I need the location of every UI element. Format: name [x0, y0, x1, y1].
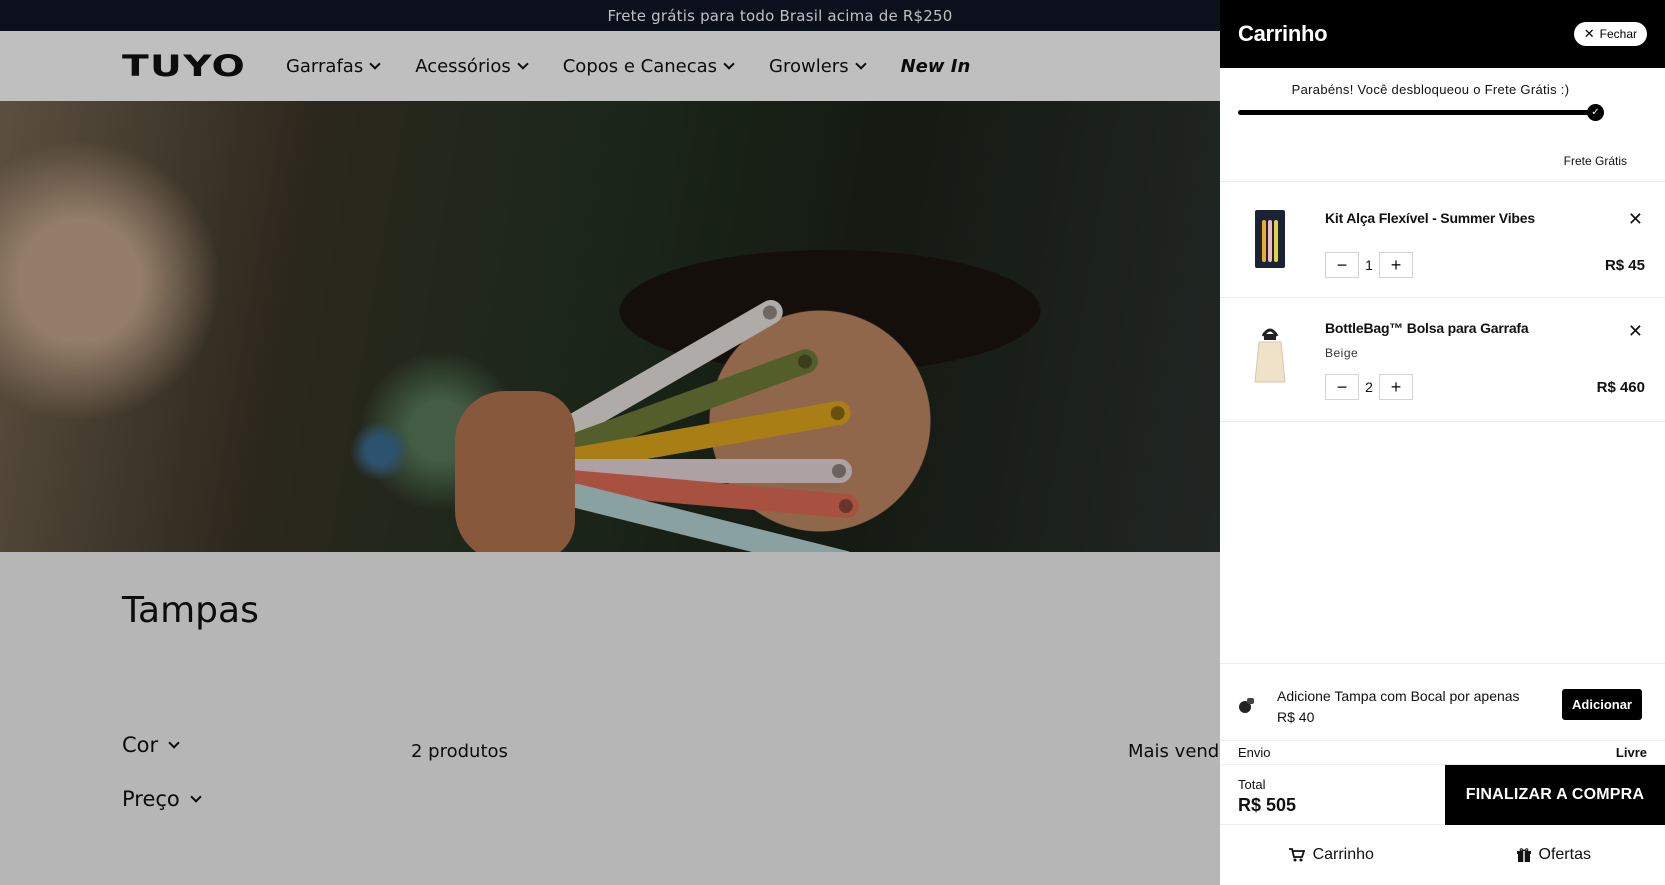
- bottle-cap-icon: [1239, 698, 1254, 713]
- progress-fill: [1238, 110, 1596, 115]
- increase-qty-button[interactable]: +: [1379, 252, 1413, 278]
- decrease-qty-button[interactable]: −: [1325, 252, 1359, 278]
- item-name[interactable]: Kit Alça Flexível - Summer Vibes: [1325, 210, 1535, 226]
- quantity-value[interactable]: 1: [1359, 257, 1379, 273]
- remove-item-icon[interactable]: ✕: [1628, 210, 1643, 228]
- drawer-tabs: Carrinho Ofertas: [1220, 825, 1665, 885]
- product-thumbnail-icon: [1254, 328, 1286, 383]
- cart-header: Carrinho ✕ Fechar: [1220, 0, 1665, 68]
- total-row: Total R$ 505 FINALIZAR A COMPRA: [1220, 765, 1665, 825]
- add-upsell-button[interactable]: Adicionar: [1562, 689, 1642, 720]
- progress-label: Frete Grátis: [1563, 154, 1627, 168]
- quantity-stepper: − 1 +: [1325, 252, 1413, 278]
- free-shipping-message: Parabéns! Você desbloqueou o Frete Gráti…: [1291, 82, 1570, 97]
- close-label: Fechar: [1599, 27, 1637, 41]
- upsell-offer: Adicione Tampa com Bocal por apenas R$ 4…: [1220, 663, 1665, 741]
- product-thumbnail-icon: [1255, 210, 1285, 268]
- tab-ofertas[interactable]: Ofertas: [1443, 825, 1665, 885]
- item-price: R$ 45: [1604, 257, 1645, 274]
- cart-title: Carrinho: [1238, 21, 1328, 46]
- quantity-value[interactable]: 2: [1359, 379, 1379, 395]
- handle-kit-thumb[interactable]: [1238, 204, 1302, 274]
- tab-label: Carrinho: [1312, 846, 1374, 863]
- shipping-label: Envio: [1238, 745, 1271, 760]
- upsell-line: Adicione Tampa com Bocal por apenas: [1277, 688, 1520, 704]
- cart-drawer: Carrinho ✕ Fechar Parabéns! Você desbloq…: [1220, 0, 1665, 885]
- increase-qty-button[interactable]: +: [1379, 374, 1413, 400]
- cart-item: BottleBag™ Bolsa para Garrafa Beige ✕ − …: [1220, 298, 1665, 422]
- item-variant: Beige: [1325, 346, 1359, 360]
- shipping-value: Livre: [1615, 745, 1647, 760]
- tab-carrinho[interactable]: Carrinho: [1220, 825, 1443, 885]
- tab-label: Ofertas: [1538, 846, 1591, 863]
- quantity-stepper: − 2 +: [1325, 374, 1413, 400]
- bottlebag-thumb[interactable]: [1238, 320, 1302, 390]
- upsell-text: Adicione Tampa com Bocal por apenas R$ 4…: [1277, 686, 1537, 728]
- decrease-qty-button[interactable]: −: [1325, 374, 1359, 400]
- remove-item-icon[interactable]: ✕: [1628, 322, 1643, 340]
- close-button[interactable]: ✕ Fechar: [1573, 22, 1647, 46]
- gift-icon: [1516, 848, 1531, 862]
- total-value: R$ 505: [1238, 795, 1297, 815]
- check-icon: ✓: [1587, 104, 1604, 121]
- item-name[interactable]: BottleBag™ Bolsa para Garrafa: [1325, 320, 1529, 336]
- cart-item: Kit Alça Flexível - Summer Vibes ✕ − 1 +…: [1220, 182, 1665, 298]
- item-price: R$ 460: [1596, 379, 1645, 396]
- shipping-progress-bar: ✓: [1238, 104, 1604, 121]
- close-icon: ✕: [1583, 26, 1595, 41]
- cart-icon: [1288, 848, 1305, 862]
- checkout-button[interactable]: FINALIZAR A COMPRA: [1445, 765, 1665, 825]
- shipping-row: Envio Livre: [1220, 741, 1665, 765]
- total-label: Total: [1238, 777, 1266, 792]
- upsell-price: R$ 40: [1277, 709, 1315, 725]
